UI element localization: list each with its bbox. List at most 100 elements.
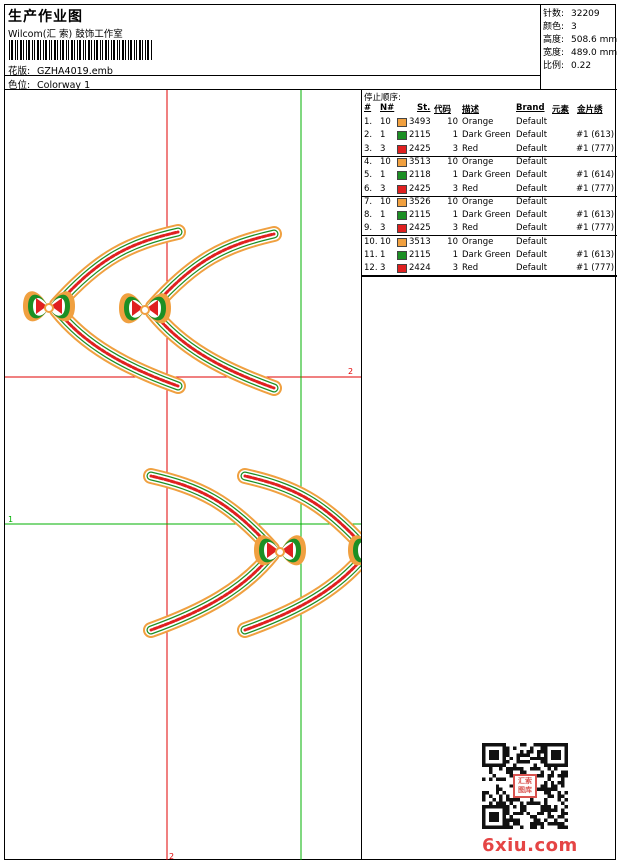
row-code: 10 bbox=[447, 156, 458, 167]
row-needle: 10 bbox=[380, 196, 391, 207]
row-brand: Default bbox=[516, 223, 548, 234]
row-index: 10. bbox=[364, 236, 378, 247]
stat-stitches: 针数: 32209 bbox=[543, 9, 600, 19]
stop-sequence-row: 7. 10 3526 10 Orange Default bbox=[362, 197, 617, 210]
stop-sequence-header: # N# St. 代码 描述 Brand 元素 金片绣 bbox=[362, 103, 617, 115]
color-swatch bbox=[397, 264, 407, 274]
col-header-element: 元素 bbox=[552, 105, 570, 115]
row-brand: Default bbox=[516, 210, 548, 221]
row-stitches: 2115 bbox=[409, 130, 431, 141]
guide-label-red: 2 bbox=[348, 367, 353, 376]
row-description: Orange bbox=[462, 117, 494, 127]
production-worksheet: 生产作业图 Wilcom(汇 索) 鼓饰工作室 花版: GZHA4019.emb… bbox=[4, 4, 617, 860]
row-brand: Default bbox=[516, 183, 548, 194]
col-header-needle: N# bbox=[380, 103, 395, 113]
row-description: Red bbox=[462, 263, 479, 274]
studio-seal: 汇索 图库 bbox=[513, 774, 537, 798]
company-name: Wilcom(汇 索) 鼓饰工作室 bbox=[8, 29, 123, 40]
stop-sequence-row: 11. 1 2115 1 Dark Green Default #1 (613) bbox=[362, 250, 617, 263]
row-description: Dark Green bbox=[462, 130, 511, 141]
row-needle: 3 bbox=[380, 223, 386, 234]
worksheet-header: 生产作业图 Wilcom(汇 索) 鼓饰工作室 花版: GZHA4019.emb… bbox=[5, 5, 617, 91]
row-stitches: 2118 bbox=[409, 170, 431, 181]
design-stats: 针数: 32209 颜色: 3 高度: 508.6 mm 宽度: 489.0 mm 比例… bbox=[541, 5, 617, 90]
row-code: 3 bbox=[452, 143, 458, 154]
row-stitches: 3526 bbox=[409, 196, 431, 207]
color-swatch bbox=[397, 157, 407, 167]
color-swatch bbox=[397, 131, 407, 141]
row-index: 6. bbox=[364, 183, 373, 194]
stop-sequence-title: 停止顺序: bbox=[364, 93, 401, 103]
row-needle: 10 bbox=[380, 236, 391, 247]
row-brand: Default bbox=[516, 170, 548, 181]
stop-sequence-row: 12. 3 2424 3 Red Default #1 (777) bbox=[362, 263, 617, 277]
stat-scale: 比例: 0.22 bbox=[543, 61, 592, 71]
stop-sequence-panel: 停止顺序: # N# St. 代码 描述 Brand 元素 金片绣 1. 10 34… bbox=[362, 90, 617, 277]
row-code: 3 bbox=[452, 223, 458, 234]
site-logo: 6xiu.com bbox=[482, 835, 578, 856]
stop-sequence-row: 2. 1 2115 1 Dark Green Default #1 (613) bbox=[362, 130, 617, 143]
page-title: 生产作业图 bbox=[8, 9, 83, 25]
row-stitches: 2115 bbox=[409, 210, 431, 221]
row-brand: Default bbox=[516, 156, 548, 167]
stat-height: 高度: 508.6 mm bbox=[543, 35, 618, 45]
row-stitches: 3513 bbox=[409, 156, 431, 167]
stop-sequence-row: 5. 1 2118 1 Dark Green Default #1 (614) bbox=[362, 170, 617, 183]
row-stitches: 3493 bbox=[409, 117, 431, 127]
row-needle: 1 bbox=[380, 250, 386, 260]
row-code: 10 bbox=[447, 117, 458, 127]
row-needle: 1 bbox=[380, 170, 386, 181]
colorway-row: 色位: Colorway 1 bbox=[8, 77, 90, 91]
row-code: 10 bbox=[447, 196, 458, 207]
col-header-code: 代码 bbox=[434, 105, 452, 115]
guide-label-bottom: 2 bbox=[169, 852, 174, 860]
row-description: Red bbox=[462, 143, 479, 154]
row-code: 1 bbox=[452, 250, 458, 260]
row-index: 11. bbox=[364, 250, 378, 260]
stat-colors: 颜色: 3 bbox=[543, 22, 577, 32]
row-code: 3 bbox=[452, 263, 458, 274]
stop-sequence-row: 6. 3 2425 3 Red Default #1 (777) bbox=[362, 184, 617, 197]
row-code: 1 bbox=[452, 170, 458, 181]
row-description: Red bbox=[462, 183, 479, 194]
stop-sequence-row: 8. 1 2115 1 Dark Green Default #1 (613) bbox=[362, 210, 617, 223]
row-needle: 1 bbox=[380, 130, 386, 141]
stop-sequence-row: 9. 3 2425 3 Red Default #1 (777) bbox=[362, 223, 617, 237]
row-stitches: 2425 bbox=[409, 143, 431, 154]
color-swatch bbox=[397, 144, 407, 154]
row-brand: Default bbox=[516, 263, 548, 274]
row-stitches: 2425 bbox=[409, 223, 431, 234]
row-code: 3 bbox=[452, 183, 458, 194]
colorway-label: 色位: bbox=[8, 80, 31, 91]
row-needle: 3 bbox=[380, 143, 386, 154]
row-needle: 1 bbox=[380, 210, 386, 221]
row-sequin: #1 (777) bbox=[576, 223, 615, 234]
color-swatch bbox=[397, 118, 407, 127]
row-index: 7. bbox=[364, 196, 373, 207]
row-stitches: 3513 bbox=[409, 236, 431, 247]
row-description: Red bbox=[462, 223, 479, 234]
row-description: Dark Green bbox=[462, 210, 511, 221]
col-header-stitches: St. bbox=[417, 103, 431, 113]
row-sequin: #1 (613) bbox=[576, 210, 615, 221]
color-swatch bbox=[397, 171, 407, 181]
row-sequin: #1 (613) bbox=[576, 250, 615, 260]
row-brand: Default bbox=[516, 117, 548, 127]
col-header-index: # bbox=[364, 103, 372, 113]
row-brand: Default bbox=[516, 250, 548, 260]
stop-sequence-row: 10. 10 3513 10 Orange Default bbox=[362, 237, 617, 250]
row-sequin: #1 (613) bbox=[576, 130, 615, 141]
color-swatch bbox=[397, 224, 407, 234]
embroidery-preview: 2 1 2 bbox=[5, 90, 362, 860]
row-index: 9. bbox=[364, 223, 373, 234]
barcode bbox=[9, 40, 152, 60]
color-swatch bbox=[397, 184, 407, 194]
color-swatch bbox=[397, 237, 407, 247]
row-index: 5. bbox=[364, 170, 373, 181]
col-header-description: 描述 bbox=[462, 105, 480, 115]
row-sequin: #1 (614) bbox=[576, 170, 615, 181]
header-info: 生产作业图 Wilcom(汇 索) 鼓饰工作室 花版: GZHA4019.emb… bbox=[5, 5, 541, 91]
row-brand: Default bbox=[516, 236, 548, 247]
guide-label-green: 1 bbox=[8, 515, 13, 524]
stat-width: 宽度: 489.0 mm bbox=[543, 48, 618, 58]
